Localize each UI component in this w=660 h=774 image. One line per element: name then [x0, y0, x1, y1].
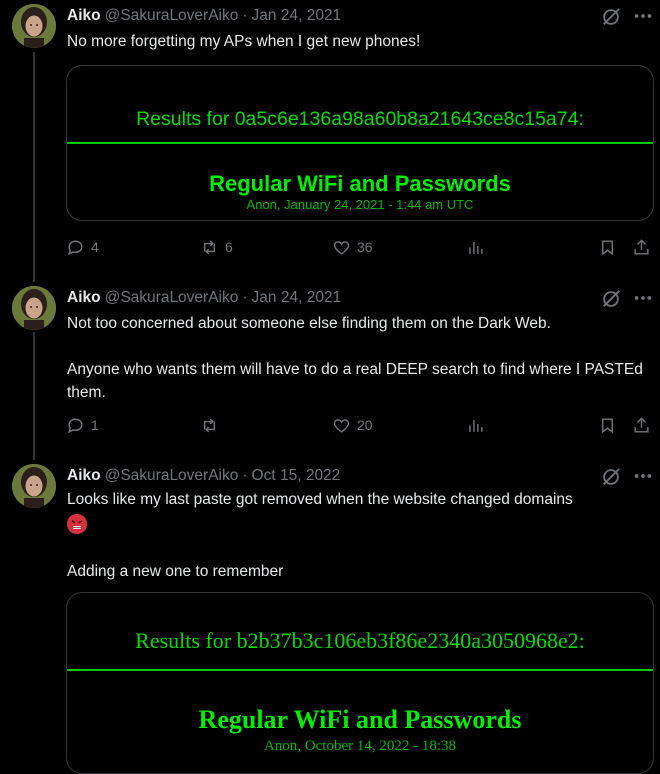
tweet-date[interactable]: Oct 15, 2022: [252, 467, 341, 485]
angry-face-emoji: [67, 514, 87, 534]
share-button[interactable]: [632, 236, 651, 258]
repost-count: 6: [225, 239, 233, 255]
image-card[interactable]: Results for b2b37b3c106eb3f86e2340a30509…: [66, 592, 654, 774]
tweet-2[interactable]: Aiko @SakuraLoverAiko · Jan 24, 2021 Not…: [0, 282, 660, 460]
repost-button[interactable]: 6: [200, 236, 233, 258]
share-icon: [634, 416, 649, 433]
tweet-3[interactable]: Aiko @SakuraLoverAiko · Oct 15, 2022 Loo…: [0, 460, 660, 774]
share-button[interactable]: [632, 414, 651, 436]
tweet-header: Aiko @SakuraLoverAiko · Jan 24, 2021: [67, 287, 341, 309]
tweet-text-line: Looks like my last paste got removed whe…: [67, 491, 573, 508]
tweet-text: Not too concerned about someone else fin…: [67, 312, 652, 404]
analytics-icon: [469, 241, 483, 254]
reply-count: 1: [91, 417, 99, 433]
views-button[interactable]: [466, 236, 485, 258]
tweet-text-line: Not too concerned about someone else fin…: [67, 315, 551, 332]
separator-dot: ·: [242, 7, 248, 24]
action-bar: 1 20: [66, 414, 656, 436]
card-divider: [67, 669, 653, 671]
tweet-date[interactable]: Jan 24, 2021: [252, 7, 342, 25]
card-subtitle: Anon, January 24, 2021 - 1:44 am UTC: [246, 197, 474, 212]
tweet-header: Aiko @SakuraLoverAiko · Jan 24, 2021: [67, 5, 341, 27]
tweet-text: Looks like my last paste got removed whe…: [67, 488, 652, 583]
views-button[interactable]: [466, 414, 485, 436]
tweet-1[interactable]: Aiko @SakuraLoverAiko · Jan 24, 2021 No …: [0, 0, 660, 282]
reply-icon: [67, 417, 83, 433]
tweet-text-line: Adding a new one to remember: [67, 563, 284, 580]
tweet-text-line: [67, 537, 652, 560]
reply-button[interactable]: 1: [66, 414, 99, 436]
analytics-icon: [469, 419, 483, 432]
like-button[interactable]: 20: [332, 414, 373, 436]
display-name[interactable]: Aiko: [67, 467, 101, 485]
card-results-text: Results for 0a5c6e136a98a60b8a21643ce8c1…: [136, 108, 584, 130]
reply-count: 4: [91, 239, 99, 255]
separator-dot: ·: [242, 289, 248, 306]
avatar[interactable]: [12, 286, 56, 330]
action-bar: 4 6 36: [66, 236, 656, 258]
tweet-text-line: No more forgetting my APs when I get new…: [67, 33, 421, 50]
avatar[interactable]: [12, 464, 56, 508]
grok-icon[interactable]: [600, 6, 622, 28]
heart-icon: [333, 418, 350, 433]
display-name[interactable]: Aiko: [67, 289, 101, 307]
repost-icon: [204, 418, 215, 432]
bookmark-button[interactable]: [598, 414, 617, 436]
tweet-header: Aiko @SakuraLoverAiko · Oct 15, 2022: [67, 465, 340, 487]
card-title: Regular WiFi and Passwords: [209, 171, 511, 196]
heart-icon: [333, 240, 350, 255]
card-divider: [67, 142, 653, 144]
image-card[interactable]: Results for 0a5c6e136a98a60b8a21643ce8c1…: [66, 65, 654, 221]
user-handle[interactable]: @SakuraLoverAiko: [105, 289, 239, 307]
repost-icon: [204, 240, 215, 254]
bookmark-icon: [602, 417, 613, 433]
tweet-text: No more forgetting my APs when I get new…: [67, 30, 652, 53]
repost-button[interactable]: [200, 414, 219, 436]
reply-icon: [67, 239, 83, 255]
more-options-icon[interactable]: [632, 287, 654, 309]
more-options-icon[interactable]: [632, 5, 654, 27]
user-handle[interactable]: @SakuraLoverAiko: [105, 467, 239, 485]
separator-dot: ·: [242, 467, 248, 484]
like-count: 20: [357, 417, 373, 433]
grok-icon[interactable]: [600, 466, 622, 488]
user-handle[interactable]: @SakuraLoverAiko: [105, 7, 239, 25]
card-title: Regular WiFi and Passwords: [198, 705, 522, 734]
card-subtitle: Anon, October 14, 2022 - 18:38: [263, 738, 457, 754]
tweet-text-line: [67, 335, 652, 358]
tweet-text-line: Anyone who wants them will have to do a …: [67, 361, 643, 401]
card-results-text: Results for b2b37b3c106eb3f86e2340a30509…: [135, 628, 585, 653]
display-name[interactable]: Aiko: [67, 7, 101, 25]
share-icon: [634, 238, 649, 255]
grok-icon[interactable]: [600, 288, 622, 310]
bookmark-icon: [602, 239, 613, 255]
avatar[interactable]: [12, 4, 56, 48]
more-options-icon[interactable]: [632, 465, 654, 487]
tweet-date[interactable]: Jan 24, 2021: [252, 289, 342, 307]
like-button[interactable]: 36: [332, 236, 373, 258]
bookmark-button[interactable]: [598, 236, 617, 258]
like-count: 36: [357, 239, 373, 255]
reply-button[interactable]: 4: [66, 236, 99, 258]
tweet-text-line: [67, 511, 652, 537]
